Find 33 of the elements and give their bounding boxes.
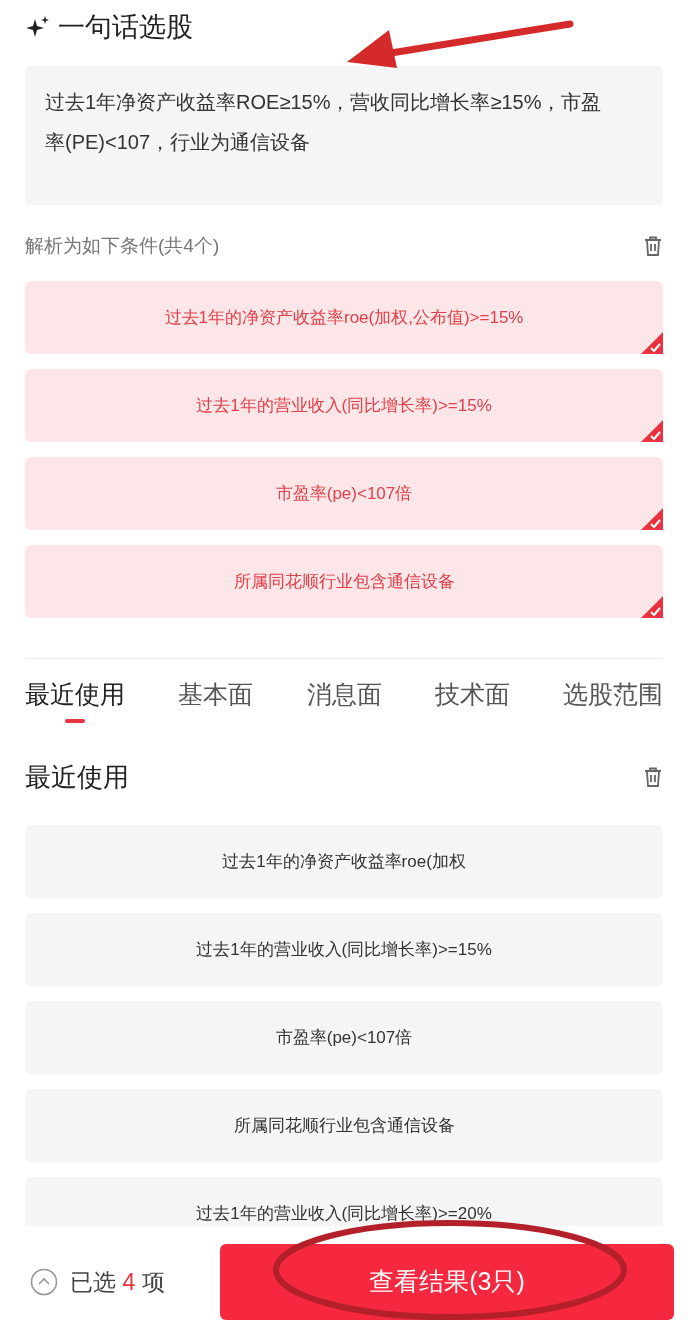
condition-text: 市盈率(pe)<107倍 (275, 482, 413, 505)
trash-icon[interactable] (643, 766, 663, 788)
category-tab[interactable]: 基本面 (178, 675, 254, 723)
view-results-button[interactable]: 查看结果(3只) (220, 1244, 674, 1320)
parsed-label: 解析为如下条件(共4个) (25, 233, 220, 258)
category-tab[interactable]: 消息面 (306, 675, 382, 723)
category-tab[interactable]: 最近使用 (25, 675, 125, 723)
condition-text: 所属同花顺行业包含通信设备 (233, 570, 455, 593)
condition-text: 过去1年的净资产收益率roe(加权 (222, 850, 466, 873)
page-title: 一句话选股 (58, 10, 193, 44)
condition-card[interactable]: 所属同花顺行业包含通信设备 (25, 545, 663, 618)
condition-text: 所属同花顺行业包含通信设备 (233, 1114, 455, 1137)
recent-condition-card[interactable]: 市盈率(pe)<107倍 (25, 1001, 663, 1074)
condition-text: 过去1年的营业收入(同比增长率)>=20% (196, 1202, 492, 1225)
condition-card[interactable]: 市盈率(pe)<107倍 (25, 457, 663, 530)
trash-icon[interactable] (643, 235, 663, 257)
selected-count-text: 已选 4 项 (70, 1267, 165, 1297)
condition-text: 市盈率(pe)<107倍 (275, 1026, 413, 1049)
recent-condition-card[interactable]: 过去1年的营业收入(同比增长率)>=15% (25, 913, 663, 986)
category-tab[interactable]: 选股范围 (563, 675, 663, 723)
condition-text: 过去1年的净资产收益率roe(加权,公布值)>=15% (164, 306, 524, 329)
recent-condition-card[interactable]: 所属同花顺行业包含通信设备 (25, 1089, 663, 1162)
query-text: 过去1年净资产收益率ROE≥15%，营收同比增长率≥15%，市盈率(PE)<107，行业为通信设备 (45, 90, 603, 155)
recent-condition-card[interactable]: 过去1年的营业收入(同比增长率)>=20% (25, 1177, 663, 1226)
condition-card[interactable]: 过去1年的净资产收益率roe(加权,公布值)>=15% (25, 281, 663, 354)
query-field[interactable]: 过去1年净资产收益率ROE≥15%，营收同比增长率≥15%，市盈率(PE)<107，行业为通信设备 (25, 66, 663, 205)
condition-card[interactable]: 过去1年的营业收入(同比增长率)>=15% (25, 369, 663, 442)
chevron-up-icon[interactable] (30, 1268, 58, 1296)
recent-condition-card[interactable]: 过去1年的净资产收益率roe(加权 (25, 825, 663, 898)
condition-text: 过去1年的营业收入(同比增长率)>=15% (196, 394, 492, 417)
section-title: 最近使用 (25, 760, 129, 794)
category-tab[interactable]: 技术面 (434, 675, 510, 723)
condition-text: 过去1年的营业收入(同比增长率)>=15% (196, 938, 492, 961)
